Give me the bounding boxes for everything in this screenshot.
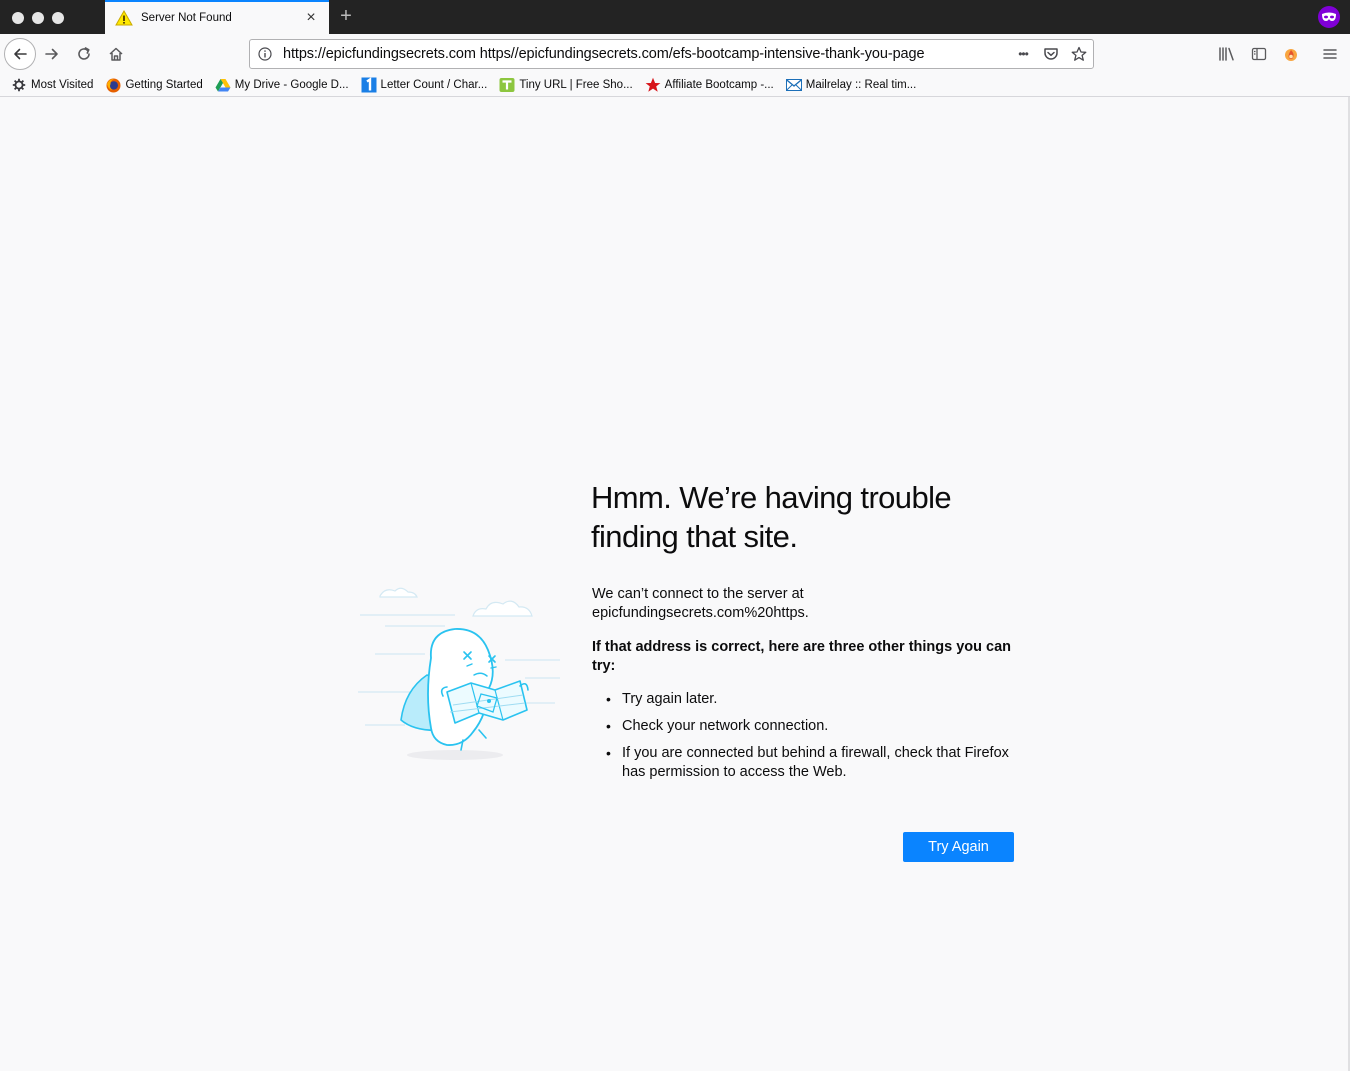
suggestions-heading: If that address is correct, here are thr… bbox=[592, 639, 1012, 674]
bookmarks-toolbar: Most Visited Getting Started My Drive - … bbox=[0, 74, 1350, 97]
bookmark-affiliate-bootcamp[interactable]: Affiliate Bootcamp -... bbox=[645, 77, 774, 93]
private-browsing-mask-icon bbox=[1318, 6, 1340, 28]
gear-icon bbox=[11, 77, 27, 93]
page-actions-icon[interactable]: ••• bbox=[1009, 40, 1037, 68]
url-bar[interactable]: https://epicfundingsecrets.com https//ep… bbox=[249, 39, 1094, 69]
list-item: Try again later. bbox=[606, 690, 1016, 709]
bookmark-label: Getting Started bbox=[125, 79, 203, 91]
mail-icon bbox=[785, 77, 802, 93]
bookmark-label: Letter Count / Char... bbox=[380, 79, 488, 91]
bookmark-letter-count[interactable]: Letter Count / Char... bbox=[361, 77, 488, 93]
bookmark-label: My Drive - Google D... bbox=[234, 79, 349, 91]
pocket-icon[interactable] bbox=[1037, 40, 1065, 68]
extension-button[interactable] bbox=[1277, 40, 1305, 68]
sidebar-button[interactable] bbox=[1245, 40, 1273, 68]
list-item: Check your network connection. bbox=[606, 717, 1016, 736]
home-icon bbox=[109, 47, 123, 61]
bookmark-my-drive[interactable]: My Drive - Google D... bbox=[215, 77, 349, 93]
red-star-icon bbox=[645, 77, 661, 93]
close-tab-icon[interactable]: × bbox=[303, 10, 319, 26]
tab-server-not-found[interactable]: Server Not Found × bbox=[105, 0, 329, 34]
bookmark-getting-started[interactable]: Getting Started bbox=[105, 77, 203, 93]
list-item: If you are connected but behind a firewa… bbox=[606, 744, 1016, 782]
suggestions-list: Try again later. Check your network conn… bbox=[606, 690, 1016, 790]
menu-button[interactable] bbox=[1316, 40, 1344, 68]
bookmark-label: Mailrelay :: Real tim... bbox=[805, 79, 917, 91]
arrow-left-icon bbox=[14, 48, 27, 60]
maximize-window-button[interactable] bbox=[52, 12, 64, 24]
error-title: Hmm. We’re having trouble finding that s… bbox=[591, 480, 952, 554]
minimize-window-button[interactable] bbox=[32, 12, 44, 24]
error-description: We can’t connect to the server at epicfu… bbox=[592, 586, 809, 621]
bookmark-star-icon[interactable] bbox=[1065, 40, 1093, 68]
lost-map-illustration bbox=[355, 580, 565, 765]
navigation-toolbar: https://epicfundingsecrets.com https//ep… bbox=[0, 34, 1350, 74]
reload-button[interactable] bbox=[70, 40, 98, 68]
site-info-icon[interactable] bbox=[250, 40, 280, 68]
extension-fire-icon bbox=[1285, 49, 1297, 61]
number-one-icon bbox=[361, 77, 377, 93]
close-window-button[interactable] bbox=[12, 12, 24, 24]
new-tab-button[interactable]: + bbox=[336, 6, 356, 28]
google-drive-icon bbox=[215, 77, 231, 93]
bookmark-most-visited[interactable]: Most Visited bbox=[11, 77, 93, 93]
library-button[interactable] bbox=[1213, 40, 1241, 68]
tab-title: Server Not Found bbox=[141, 12, 232, 24]
arrow-right-icon bbox=[45, 48, 58, 60]
home-button[interactable] bbox=[102, 40, 130, 68]
bookmark-label: Most Visited bbox=[31, 79, 94, 91]
bookmark-label: Tiny URL | Free Sho... bbox=[519, 79, 633, 91]
bookmark-mailrelay[interactable]: Mailrelay :: Real tim... bbox=[785, 77, 917, 93]
url-input[interactable]: https://epicfundingsecrets.com https//ep… bbox=[280, 46, 1009, 62]
tinyurl-icon bbox=[499, 77, 515, 93]
tab-bar: Server Not Found × + bbox=[0, 0, 1350, 34]
error-page bbox=[0, 97, 1350, 1071]
bookmark-label: Affiliate Bootcamp -... bbox=[664, 79, 774, 91]
back-button[interactable] bbox=[4, 38, 36, 70]
sidebar-icon bbox=[1251, 47, 1267, 61]
library-icon bbox=[1219, 47, 1234, 61]
firefox-icon bbox=[105, 77, 121, 93]
warning-icon bbox=[115, 10, 133, 26]
forward-button[interactable] bbox=[38, 40, 66, 68]
hamburger-menu-icon bbox=[1323, 49, 1337, 59]
reload-icon bbox=[78, 47, 90, 60]
bookmark-tiny-url[interactable]: Tiny URL | Free Sho... bbox=[499, 77, 633, 93]
try-again-button[interactable]: Try Again bbox=[903, 832, 1014, 862]
